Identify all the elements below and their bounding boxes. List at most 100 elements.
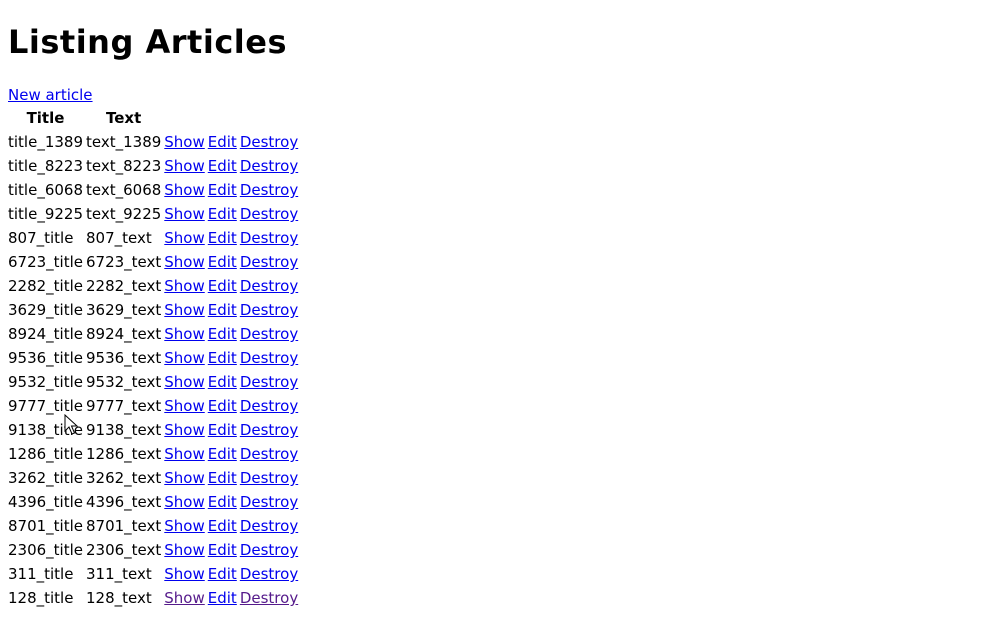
- show-link[interactable]: Show: [164, 589, 204, 607]
- destroy-link[interactable]: Destroy: [240, 301, 298, 319]
- edit-link[interactable]: Edit: [208, 301, 237, 319]
- edit-link[interactable]: Edit: [208, 277, 237, 295]
- destroy-link[interactable]: Destroy: [240, 277, 298, 295]
- destroy-link[interactable]: Destroy: [240, 181, 298, 199]
- cell-show: Show: [164, 323, 204, 344]
- cell-title: 128_title: [8, 589, 74, 607]
- edit-link[interactable]: Edit: [208, 445, 237, 463]
- destroy-link[interactable]: Destroy: [240, 541, 298, 559]
- edit-link[interactable]: Edit: [208, 517, 237, 535]
- cell-edit: Edit: [208, 131, 237, 152]
- cell-text: 3629_text: [86, 301, 162, 319]
- destroy-link[interactable]: Destroy: [240, 517, 298, 535]
- cell-text: 311_text: [86, 565, 152, 583]
- table-row: 311_title 311_text Show Edit Destroy: [8, 563, 298, 584]
- destroy-link[interactable]: Destroy: [240, 253, 298, 271]
- show-link[interactable]: Show: [164, 373, 204, 391]
- show-link[interactable]: Show: [164, 349, 204, 367]
- cell-text: text_8223: [86, 157, 162, 175]
- cell-edit: Edit: [208, 419, 237, 440]
- show-link[interactable]: Show: [164, 565, 204, 583]
- table-header-row: Title Text: [8, 109, 298, 128]
- show-link[interactable]: Show: [164, 277, 204, 295]
- show-link[interactable]: Show: [164, 301, 204, 319]
- show-link[interactable]: Show: [164, 181, 204, 199]
- cell-text: text_9225: [86, 205, 162, 223]
- column-header-actions-destroy: [240, 109, 298, 128]
- destroy-link[interactable]: Destroy: [240, 349, 298, 367]
- show-link[interactable]: Show: [164, 397, 204, 415]
- edit-link[interactable]: Edit: [208, 421, 237, 439]
- destroy-link[interactable]: Destroy: [240, 325, 298, 343]
- cell-destroy: Destroy: [240, 131, 298, 152]
- destroy-link[interactable]: Destroy: [240, 493, 298, 511]
- edit-link[interactable]: Edit: [208, 349, 237, 367]
- cell-text: 2282_text: [86, 277, 162, 295]
- show-link[interactable]: Show: [164, 469, 204, 487]
- cell-show: Show: [164, 371, 204, 392]
- edit-link[interactable]: Edit: [208, 133, 237, 151]
- cell-destroy: Destroy: [240, 491, 298, 512]
- edit-link[interactable]: Edit: [208, 253, 237, 271]
- cell-text: 9138_text: [86, 421, 162, 439]
- edit-link[interactable]: Edit: [208, 229, 237, 247]
- destroy-link[interactable]: Destroy: [240, 157, 298, 175]
- cell-show: Show: [164, 515, 204, 536]
- table-row: 8924_title 8924_text Show Edit Destroy: [8, 323, 298, 344]
- destroy-link[interactable]: Destroy: [240, 469, 298, 487]
- show-link[interactable]: Show: [164, 445, 204, 463]
- destroy-link[interactable]: Destroy: [240, 397, 298, 415]
- destroy-link[interactable]: Destroy: [240, 445, 298, 463]
- destroy-link[interactable]: Destroy: [240, 565, 298, 583]
- cell-edit: Edit: [208, 179, 237, 200]
- cell-title: 8924_title: [8, 325, 83, 343]
- table-row: 9138_title 9138_text Show Edit Destroy: [8, 419, 298, 440]
- cell-text: 2306_text: [86, 541, 162, 559]
- new-article-link[interactable]: New article: [8, 86, 93, 104]
- cell-edit: Edit: [208, 395, 237, 416]
- destroy-link[interactable]: Destroy: [240, 133, 298, 151]
- cell-edit: Edit: [208, 203, 237, 224]
- destroy-link[interactable]: Destroy: [240, 229, 298, 247]
- edit-link[interactable]: Edit: [208, 541, 237, 559]
- edit-link[interactable]: Edit: [208, 205, 237, 223]
- cell-destroy: Destroy: [240, 227, 298, 248]
- cell-destroy: Destroy: [240, 395, 298, 416]
- cell-text: 8701_text: [86, 517, 162, 535]
- cell-destroy: Destroy: [240, 275, 298, 296]
- show-link[interactable]: Show: [164, 205, 204, 223]
- show-link[interactable]: Show: [164, 421, 204, 439]
- edit-link[interactable]: Edit: [208, 157, 237, 175]
- edit-link[interactable]: Edit: [208, 181, 237, 199]
- edit-link[interactable]: Edit: [208, 397, 237, 415]
- destroy-link[interactable]: Destroy: [240, 421, 298, 439]
- cell-text: 4396_text: [86, 493, 162, 511]
- edit-link[interactable]: Edit: [208, 469, 237, 487]
- show-link[interactable]: Show: [164, 253, 204, 271]
- destroy-link[interactable]: Destroy: [240, 373, 298, 391]
- cell-edit: Edit: [208, 371, 237, 392]
- show-link[interactable]: Show: [164, 157, 204, 175]
- edit-link[interactable]: Edit: [208, 325, 237, 343]
- column-header-actions-edit: [208, 109, 237, 128]
- edit-link[interactable]: Edit: [208, 565, 237, 583]
- cell-show: Show: [164, 563, 204, 584]
- show-link[interactable]: Show: [164, 133, 204, 151]
- show-link[interactable]: Show: [164, 325, 204, 343]
- cell-text: 9532_text: [86, 373, 162, 391]
- cell-title: title_8223: [8, 157, 83, 175]
- edit-link[interactable]: Edit: [208, 589, 237, 607]
- show-link[interactable]: Show: [164, 541, 204, 559]
- destroy-link[interactable]: Destroy: [240, 205, 298, 223]
- table-row: 4396_title 4396_text Show Edit Destroy: [8, 491, 298, 512]
- destroy-link[interactable]: Destroy: [240, 589, 298, 607]
- show-link[interactable]: Show: [164, 517, 204, 535]
- cell-show: Show: [164, 131, 204, 152]
- cell-text: 128_text: [86, 589, 152, 607]
- cell-text: text_6068: [86, 181, 162, 199]
- edit-link[interactable]: Edit: [208, 493, 237, 511]
- show-link[interactable]: Show: [164, 493, 204, 511]
- show-link[interactable]: Show: [164, 229, 204, 247]
- cell-show: Show: [164, 179, 204, 200]
- edit-link[interactable]: Edit: [208, 373, 237, 391]
